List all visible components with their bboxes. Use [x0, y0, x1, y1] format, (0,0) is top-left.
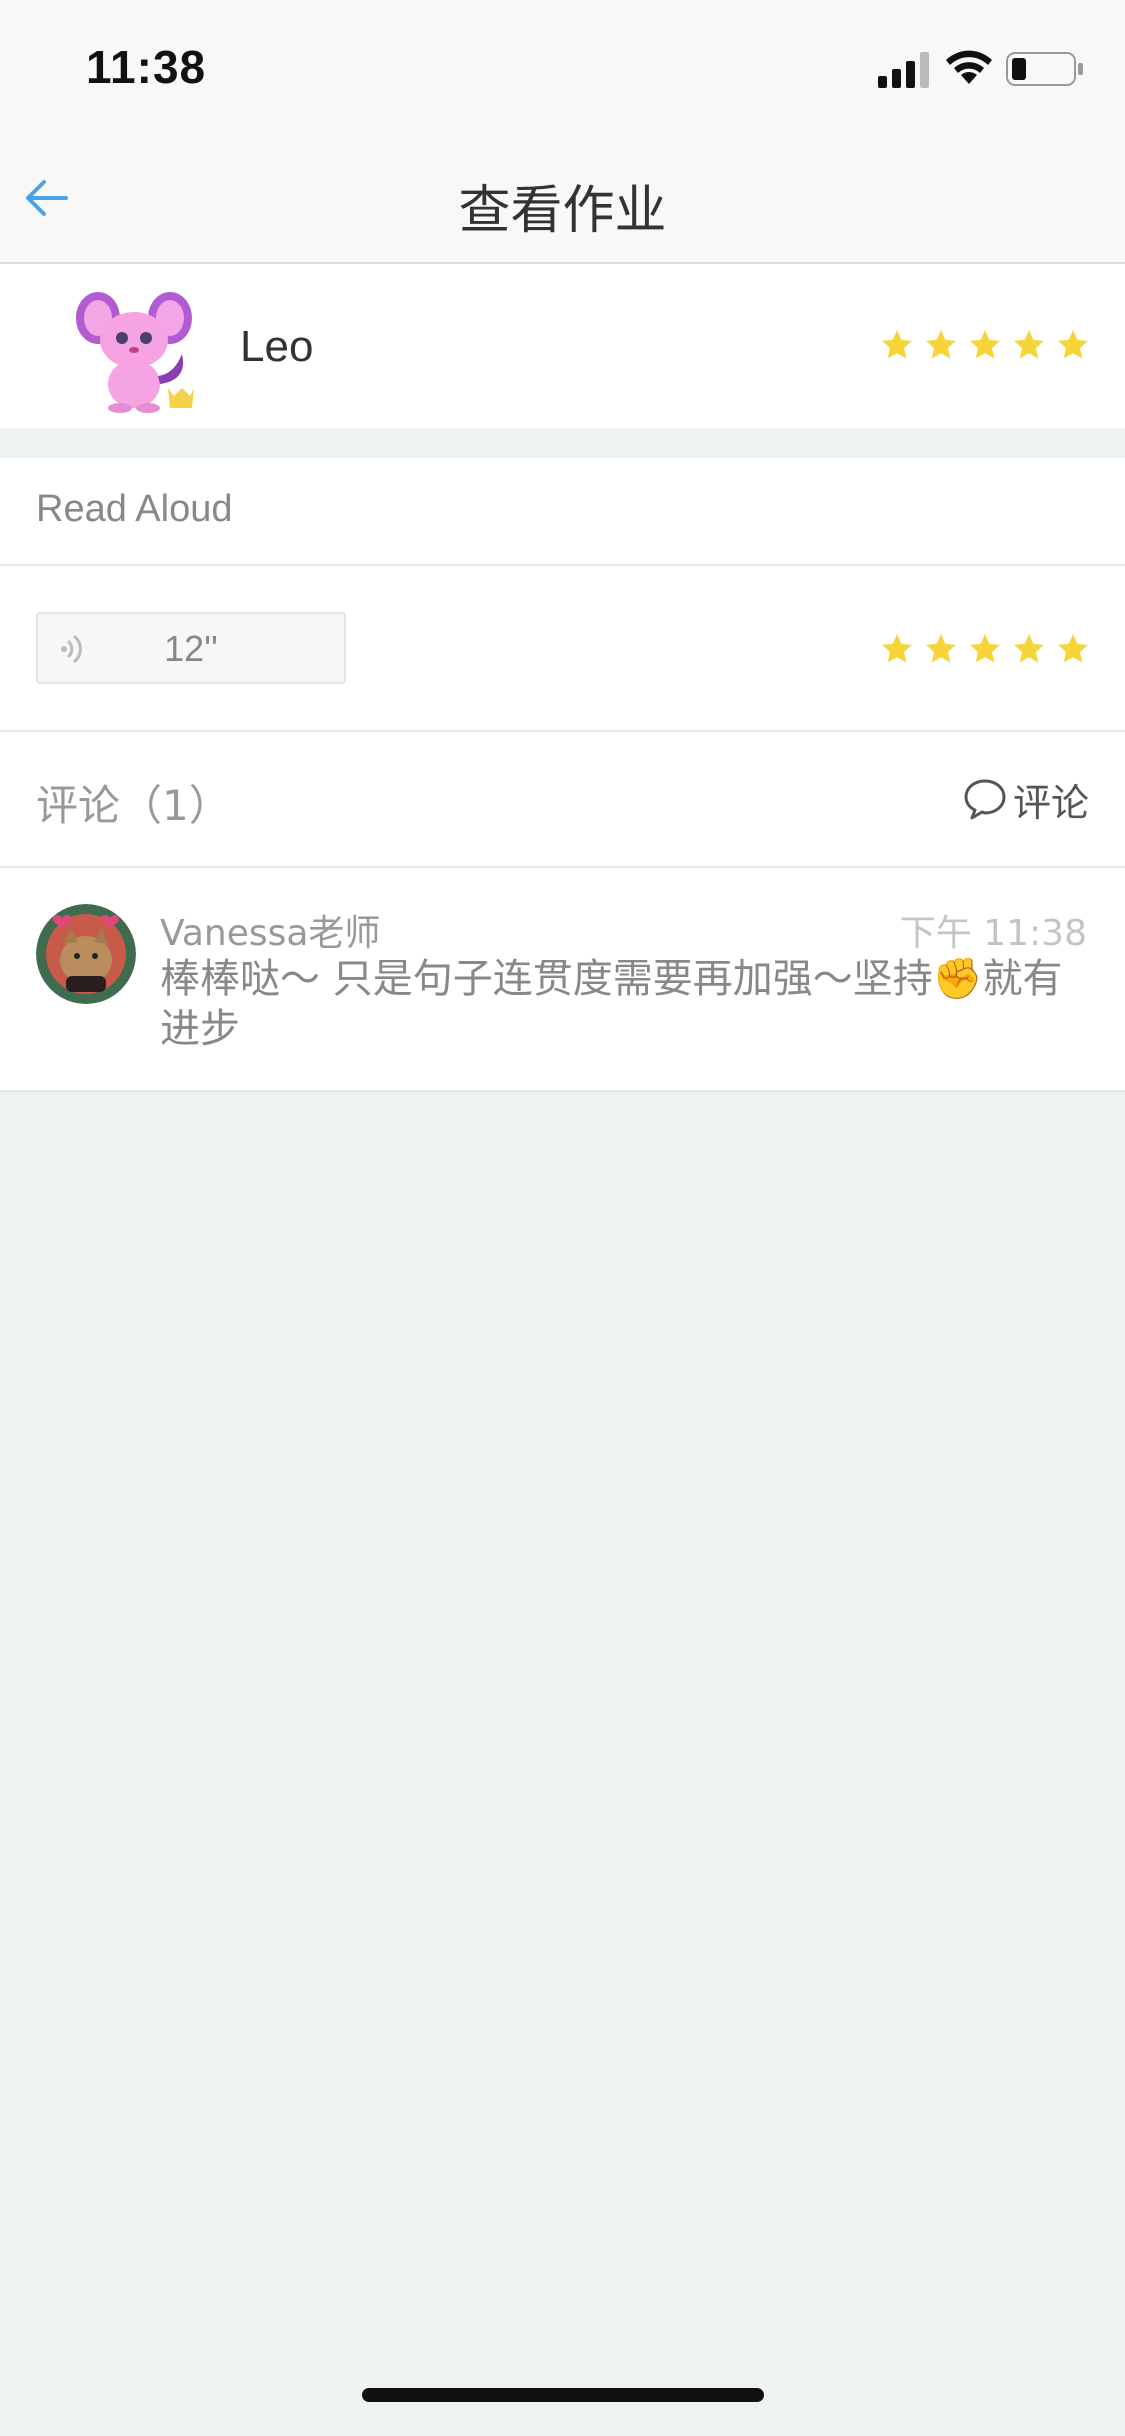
battery-icon: [1006, 52, 1083, 86]
home-indicator[interactable]: [362, 2388, 764, 2402]
comment-text: 棒棒哒～ 只是句子连贯度需要再加强～坚持✊就有进步: [160, 956, 1063, 1052]
star-icon: [970, 330, 1000, 359]
commenter-avatar[interactable]: [36, 904, 136, 1004]
status-time: 11:38: [86, 41, 207, 93]
wifi-icon: [946, 50, 992, 84]
star-icon: [926, 330, 956, 359]
add-comment-label: 评论: [1012, 780, 1089, 825]
task-card: Read Aloud 12'': [0, 458, 1125, 730]
task-rating: [880, 632, 1090, 666]
audio-play-button[interactable]: 12'': [36, 612, 346, 684]
star-icon: [882, 330, 912, 359]
student-avatar[interactable]: [70, 284, 200, 414]
cellular-signal-icon: [878, 52, 929, 88]
student-card: Leo: [0, 264, 1125, 428]
comment-item: Vanessa老师 下午 11:38 棒棒哒～ 只是句子连贯度需要再加强～坚持✊…: [0, 868, 1125, 1092]
student-name: Leo: [240, 322, 314, 371]
student-rating: [880, 328, 1090, 362]
star-icon: [1058, 634, 1088, 663]
comment-time: 下午 11:38: [899, 913, 1087, 954]
page-title: 查看作业: [458, 181, 667, 241]
task-title: Read Aloud: [36, 488, 233, 530]
star-icon: [1014, 634, 1044, 663]
speech-bubble-icon: [964, 779, 1006, 820]
star-icon: [882, 634, 912, 663]
star-icon: [1014, 330, 1044, 359]
star-icon: [1058, 330, 1088, 359]
divider: [0, 564, 1125, 566]
audio-duration: 12'': [164, 628, 218, 669]
add-comment-button[interactable]: 评论: [963, 774, 1089, 825]
status-bar: 11:38: [0, 0, 1125, 130]
star-icon: [926, 634, 956, 663]
navigation-bar: 查看作业: [0, 130, 1125, 264]
star-icon: [970, 634, 1000, 663]
comments-count: 评论（1）: [36, 781, 231, 830]
comments-header: 评论（1） 评论: [0, 732, 1125, 866]
commenter-name: Vanessa老师: [160, 913, 381, 954]
